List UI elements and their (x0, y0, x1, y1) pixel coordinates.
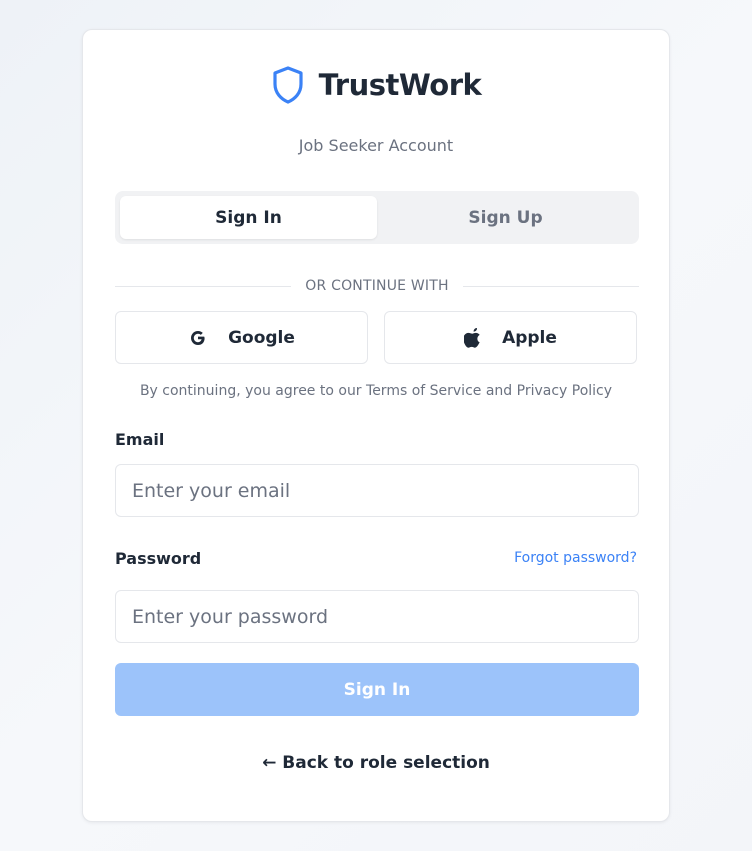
google-button-label: Google (228, 327, 295, 348)
apple-button-label: Apple (502, 327, 557, 348)
forgot-password-link[interactable]: Forgot password? (514, 550, 637, 566)
tab-sign-up[interactable]: Sign Up (377, 196, 634, 239)
password-field[interactable] (115, 590, 639, 643)
email-field[interactable] (115, 464, 639, 517)
sign-in-button[interactable]: Sign In (115, 663, 639, 716)
back-to-role-selection-link[interactable]: ← Back to role selection (83, 753, 669, 773)
google-icon (191, 330, 205, 345)
email-label: Email (115, 430, 165, 449)
brand: TrustWork (83, 64, 669, 106)
apple-icon (464, 327, 480, 348)
terms-notice: By continuing, you agree to our Terms of… (139, 383, 613, 399)
brand-name: TrustWork (318, 68, 482, 102)
page-subtitle: Job Seeker Account (298, 136, 454, 155)
tab-sign-in[interactable]: Sign In (120, 196, 377, 239)
shield-icon (273, 66, 303, 104)
auth-card: TrustWork Job Seeker Account Sign In Sig… (82, 29, 670, 822)
auth-tabs: Sign In Sign Up (115, 191, 639, 244)
social-divider: OR CONTINUE WITH (115, 276, 640, 296)
apple-button[interactable]: Apple (384, 311, 637, 364)
google-button[interactable]: Google (115, 311, 368, 364)
divider-text: OR CONTINUE WITH (305, 278, 449, 294)
divider-line-right (462, 285, 640, 287)
divider-line-left (115, 285, 292, 287)
password-label: Password (115, 549, 202, 568)
